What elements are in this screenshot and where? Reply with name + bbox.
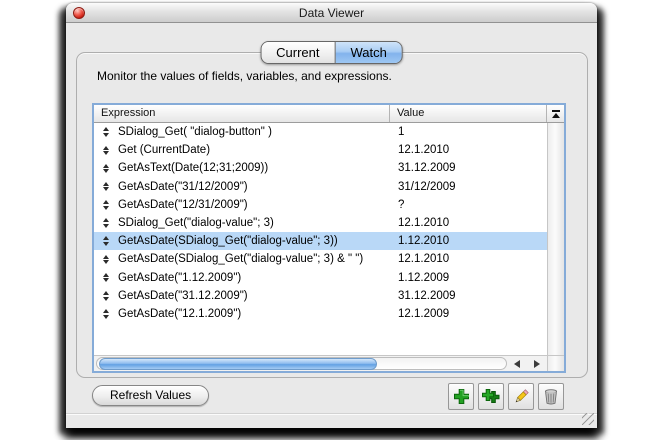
table-header: Expression Value bbox=[94, 105, 564, 123]
table-row[interactable]: GetAsDate(SDialog_Get("dialog-value"; 3)… bbox=[94, 250, 547, 268]
table-row[interactable]: GetAsDate("12/31/2009") ? bbox=[94, 196, 547, 214]
edit-expression-button[interactable] bbox=[508, 383, 534, 410]
row-drag-icon[interactable] bbox=[102, 200, 109, 210]
table-row[interactable]: Get (CurrentDate) 12.1.2010 bbox=[94, 141, 547, 159]
tab-current[interactable]: Current bbox=[261, 42, 335, 63]
table-row[interactable]: GetAsDate("1.12.2009") 1.12.2009 bbox=[94, 269, 547, 287]
scroll-right-button[interactable] bbox=[527, 356, 547, 372]
value-cell: 12.1.2010 bbox=[398, 217, 450, 230]
value-cell: 31.12.2009 bbox=[398, 289, 456, 302]
value-cell: 31.12.2009 bbox=[398, 162, 456, 175]
footer-divider bbox=[66, 413, 597, 414]
row-drag-icon[interactable] bbox=[102, 272, 109, 283]
value-cell: 1 bbox=[398, 126, 405, 139]
expression-cell: GetAsDate("12/31/2009") bbox=[118, 198, 248, 211]
left-arrow-icon bbox=[514, 359, 520, 368]
data-viewer-window: Data Viewer Current Watch Monitor the va… bbox=[66, 3, 597, 428]
table-row[interactable]: SDialog_Get( "dialog-button" ) 1 bbox=[94, 123, 547, 141]
tab-bar: Current Watch bbox=[260, 41, 403, 64]
delete-expression-button[interactable] bbox=[538, 383, 564, 410]
titlebar[interactable]: Data Viewer bbox=[66, 3, 597, 23]
window-title: Data Viewer bbox=[298, 6, 365, 20]
value-cell: 1.12.2009 bbox=[398, 271, 450, 284]
plus-icon bbox=[453, 389, 469, 404]
value-cell: 12.1.2010 bbox=[398, 144, 450, 157]
scroll-left-button[interactable] bbox=[507, 356, 527, 372]
horizontal-scrollbar-row bbox=[94, 355, 564, 371]
tab-watch[interactable]: Watch bbox=[334, 42, 402, 63]
table-row[interactable]: GetAsText(Date(12;31;2009)) 31.12.2009 bbox=[94, 159, 547, 177]
row-drag-icon[interactable] bbox=[102, 145, 109, 156]
column-header-expression[interactable]: Expression bbox=[94, 105, 390, 122]
value-cell: 31/12/2009 bbox=[398, 180, 456, 193]
expression-toolbar bbox=[448, 383, 564, 410]
expression-cell: GetAsDate(SDialog_Get("dialog-value"; 3)… bbox=[118, 235, 338, 248]
row-drag-icon[interactable] bbox=[102, 181, 109, 192]
table-row[interactable]: GetAsDate("12.1.2009") 12.1.2009 bbox=[94, 305, 547, 323]
expression-cell: Get (CurrentDate) bbox=[118, 144, 211, 157]
expression-cell: GetAsDate("31.12.2009") bbox=[118, 289, 248, 302]
value-cell: 1.12.2010 bbox=[398, 235, 450, 248]
right-arrow-icon bbox=[534, 359, 540, 368]
horizontal-scrollbar[interactable] bbox=[94, 356, 507, 371]
add-expression-button[interactable] bbox=[448, 383, 474, 410]
resize-grip[interactable] bbox=[582, 413, 594, 425]
table-body: SDialog_Get( "dialog-button" ) 1 Get (Cu… bbox=[94, 123, 547, 355]
double-plus-icon bbox=[481, 389, 499, 403]
scrollbar-thumb[interactable] bbox=[99, 357, 377, 370]
watch-expressions-table: Expression Value SDialog_Get( "dialog-bu… bbox=[92, 103, 566, 373]
row-drag-icon[interactable] bbox=[102, 218, 109, 228]
add-multiple-expressions-button[interactable] bbox=[478, 383, 504, 410]
value-cell: ? bbox=[398, 198, 405, 211]
value-cell: 12.1.2009 bbox=[398, 307, 450, 320]
row-drag-icon[interactable] bbox=[102, 291, 109, 301]
row-drag-icon[interactable] bbox=[102, 236, 109, 246]
row-drag-icon[interactable] bbox=[102, 254, 109, 265]
expression-cell: SDialog_Get("dialog-value"; 3) bbox=[118, 217, 274, 230]
refresh-values-button[interactable]: Refresh Values bbox=[92, 385, 210, 406]
close-button[interactable] bbox=[73, 7, 85, 19]
expression-cell: GetAsDate("31/12/2009") bbox=[118, 180, 248, 193]
expression-cell: SDialog_Get( "dialog-button" ) bbox=[118, 126, 272, 139]
table-row[interactable]: GetAsDate("31/12/2009") 31/12/2009 bbox=[94, 178, 547, 196]
row-drag-icon[interactable] bbox=[102, 163, 109, 174]
expression-cell: GetAsDate("1.12.2009") bbox=[118, 271, 242, 284]
row-drag-icon[interactable] bbox=[102, 309, 109, 319]
sort-corner-button[interactable] bbox=[547, 105, 564, 122]
table-row[interactable]: GetAsDate(SDialog_Get("dialog-value"; 3)… bbox=[94, 232, 547, 251]
vertical-scrollbar[interactable] bbox=[547, 123, 564, 355]
column-header-value[interactable]: Value bbox=[390, 105, 547, 122]
pencil-icon bbox=[515, 389, 529, 403]
expression-cell: GetAsDate(SDialog_Get("dialog-value"; 3)… bbox=[118, 253, 364, 266]
value-cell: 12.1.2010 bbox=[398, 253, 450, 266]
table-row[interactable]: SDialog_Get("dialog-value"; 3) 12.1.2010 bbox=[94, 214, 547, 232]
row-drag-icon[interactable] bbox=[102, 127, 109, 137]
sort-icon bbox=[551, 109, 560, 118]
expression-cell: GetAsText(Date(12;31;2009)) bbox=[118, 162, 269, 175]
trash-icon bbox=[544, 389, 558, 405]
scrollbar-corner bbox=[547, 356, 564, 371]
expression-cell: GetAsDate("12.1.2009") bbox=[118, 307, 242, 320]
description-text: Monitor the values of fields, variables,… bbox=[97, 69, 392, 83]
table-row[interactable]: GetAsDate("31.12.2009") 31.12.2009 bbox=[94, 287, 547, 305]
